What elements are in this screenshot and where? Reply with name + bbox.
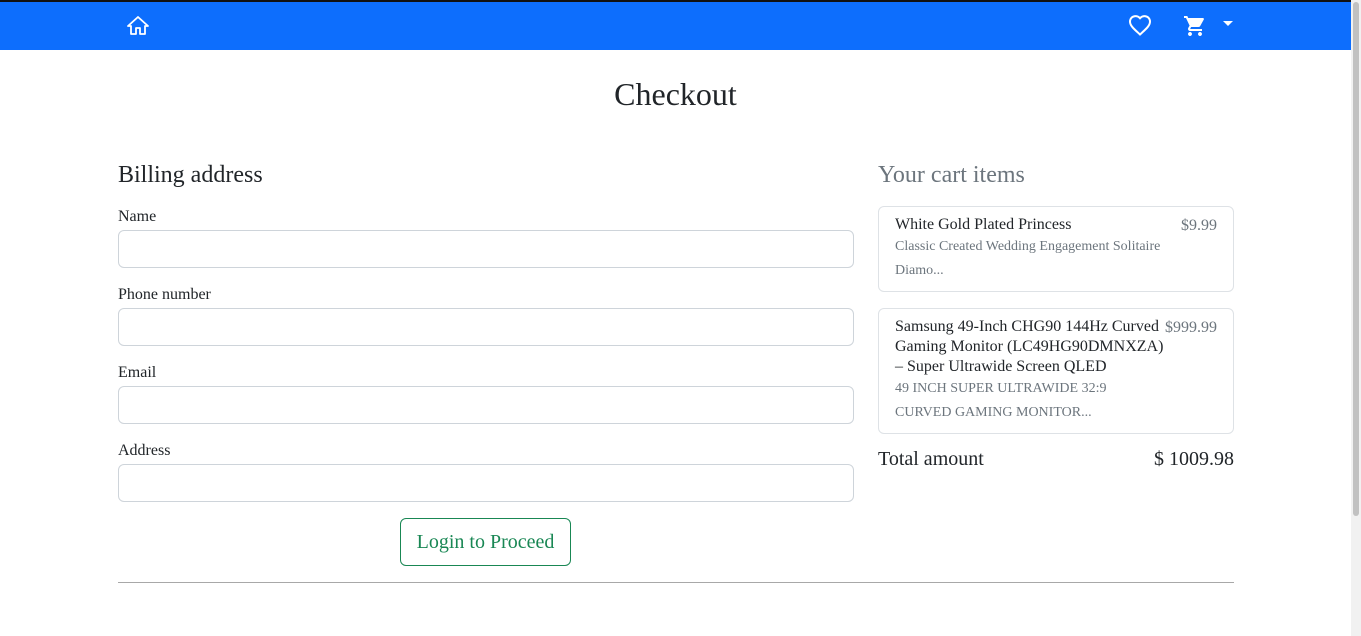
cart-item: White Gold Plated Princess Classic Creat… [878, 206, 1234, 292]
name-field[interactable] [118, 230, 854, 268]
address-field[interactable] [118, 464, 854, 502]
page-title: Checkout [614, 76, 737, 112]
phone-label: Phone number [118, 286, 211, 303]
cart-item-description: 49 INCH SUPER ULTRAWIDE 32:9 CURVED GAMI… [895, 381, 1107, 420]
cart-total: Total amount $ 1009.98 [878, 448, 1234, 472]
email-field[interactable] [118, 386, 854, 424]
caret-down-icon[interactable] [1223, 21, 1233, 26]
cart-section: Your cart items White Gold Plated Prince… [878, 160, 1234, 450]
name-label: Name [118, 208, 157, 225]
cart-item-price: $999.99 [1165, 319, 1217, 336]
navbar [0, 2, 1351, 50]
cart-item-description: Classic Created Wedding Engagement Solit… [895, 239, 1161, 278]
scrollbar-thumb[interactable] [1353, 2, 1359, 516]
email-label: Email [118, 364, 157, 381]
phone-field[interactable] [118, 308, 854, 346]
footer-divider [118, 582, 1234, 583]
cart-item: Samsung 49-Inch CHG90 144Hz Curved Gamin… [878, 308, 1234, 434]
cart-icon[interactable] [1183, 14, 1207, 38]
address-label: Address [118, 442, 171, 459]
heart-icon[interactable] [1128, 14, 1152, 38]
login-to-proceed-button[interactable]: Login to Proceed [400, 518, 571, 566]
cart-item-price: $9.99 [1181, 217, 1217, 234]
cart-heading: Your cart items [878, 162, 1025, 188]
total-label: Total amount [878, 448, 984, 470]
billing-heading: Billing address [118, 162, 263, 188]
home-icon[interactable] [126, 14, 150, 38]
scrollbar[interactable] [1351, 0, 1361, 636]
cart-item-name: Samsung 49-Inch CHG90 144Hz Curved Gamin… [895, 318, 1164, 375]
total-value: $ 1009.98 [1154, 448, 1234, 470]
cart-item-name: White Gold Plated Princess [895, 216, 1072, 233]
billing-section: Billing address Name Phone number Email … [118, 160, 854, 519]
